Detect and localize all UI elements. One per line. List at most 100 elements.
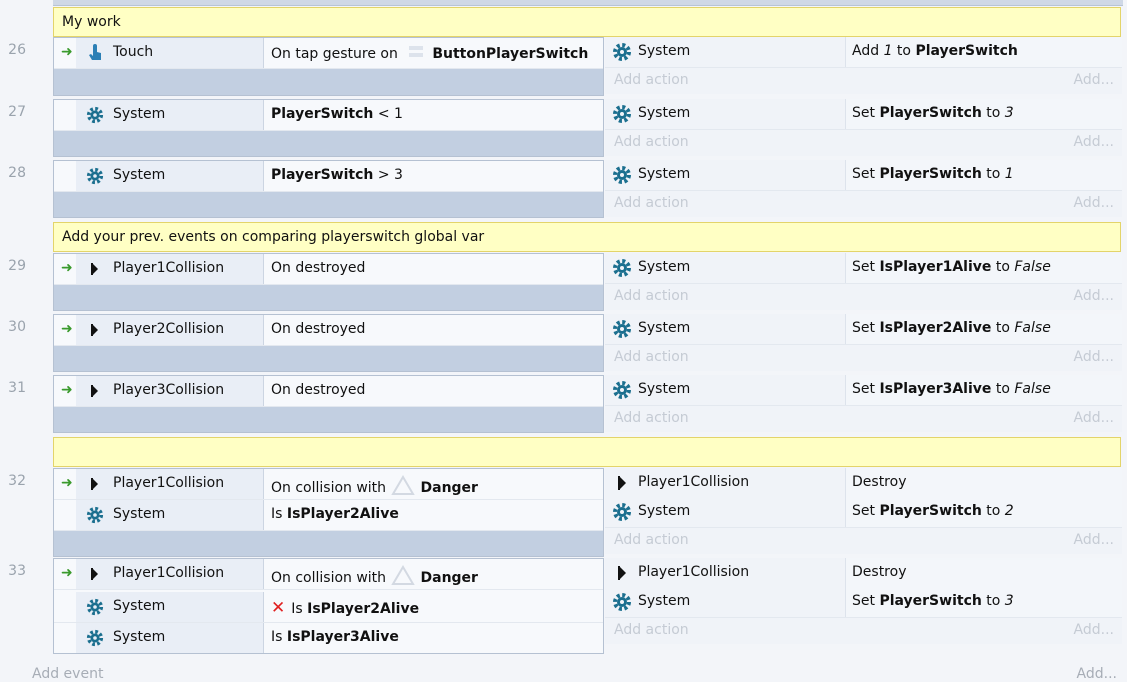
object-name: Player2Collision [113,321,225,337]
add-link[interactable]: Add... [1074,622,1114,638]
sprite-icon [91,385,98,397]
event-block[interactable]: System PlayerSwitch > 3 [53,160,604,218]
action-text: Set PlayerSwitch to 2 [852,503,1014,519]
condition-row[interactable]: System Is IsPlayer2Alive [54,500,603,531]
condition-row[interactable]: System PlayerSwitch > 3 [54,161,603,192]
trigger-arrow-icon: ➜ [61,44,73,60]
event-number: 27 [8,104,26,120]
condition-row[interactable]: ➜ Player1Collision On destroyed [54,254,603,285]
action-row[interactable]: System Set IsPlayer2Alive to False [605,314,1122,345]
condition-row[interactable]: System Is IsPlayer3Alive [54,623,603,653]
object-name: Player1Collision [638,564,750,580]
action-row[interactable]: System Add 1 to PlayerSwitch [605,37,1122,68]
object-name: Player1Collision [113,565,225,581]
condition-row[interactable]: System ✕ Is IsPlayer2Alive [54,592,603,623]
add-link-footer[interactable]: Add... [1077,666,1117,682]
add-link[interactable]: Add... [1074,195,1114,211]
condition-row[interactable]: ➜ Player2Collision On destroyed [54,315,603,346]
add-link[interactable]: Add... [1074,532,1114,548]
add-action-link[interactable]: Add action [614,195,689,211]
action-text: Set IsPlayer3Alive to False [852,381,1051,397]
action-row[interactable]: System Set PlayerSwitch to 2 [605,497,1122,528]
sprite-icon [91,478,98,490]
add-link[interactable]: Add... [1074,288,1114,304]
action-text: Destroy [852,474,907,490]
condition-text: Is IsPlayer3Alive [271,629,399,645]
gear-icon [86,629,104,647]
add-action-row[interactable]: Add action Add... [605,406,1122,432]
add-action-link[interactable]: Add action [614,622,689,638]
event-number: 33 [8,563,26,579]
add-link[interactable]: Add... [1074,134,1114,150]
add-action-row[interactable]: Add action Add... [605,618,1122,644]
condition-row[interactable]: System PlayerSwitch < 1 [54,100,603,131]
object-name: System [638,381,691,397]
event-block[interactable]: ➜ Player1Collision On collision with Dan… [53,558,604,654]
add-link[interactable]: Add... [1074,410,1114,426]
add-action-link[interactable]: Add action [614,134,689,150]
add-action-link[interactable]: Add action [614,532,689,548]
action-row[interactable]: System Set IsPlayer3Alive to False [605,375,1122,406]
object-name: Player1Collision [113,475,225,491]
action-row[interactable]: Player1Collision Destroy [605,558,1122,589]
event-block[interactable]: ➜ Touch On tap gesture on ButtonPlayerSw… [53,37,604,96]
add-link[interactable]: Add... [1074,349,1114,365]
trigger-arrow-icon: ➜ [61,382,73,398]
button-icon [409,46,424,57]
gear-icon [86,106,104,124]
add-action-row[interactable]: Add action Add... [605,130,1122,156]
condition-text: PlayerSwitch > 3 [271,167,403,183]
add-action-row[interactable]: Add action Add... [605,191,1122,217]
condition-row[interactable]: ➜ Player3Collision On destroyed [54,376,603,407]
gear-icon [613,381,631,399]
add-action-link[interactable]: Add action [614,349,689,365]
event-block[interactable]: System PlayerSwitch < 1 [53,99,604,157]
trigger-arrow-icon: ➜ [61,260,73,276]
comment-my-work[interactable]: My work [53,7,1121,37]
invert-x-icon: ✕ [271,598,286,618]
event-block[interactable]: ➜ Player3Collision On destroyed [53,375,604,433]
condition-row[interactable]: ➜ Player1Collision On collision with Dan… [54,469,603,500]
add-action-link[interactable]: Add action [614,72,689,88]
add-action-link[interactable]: Add action [614,288,689,304]
event-block[interactable]: ➜ Player1Collision On destroyed [53,253,604,311]
add-action-row[interactable]: Add action Add... [605,284,1122,310]
add-link[interactable]: Add... [1074,72,1114,88]
comment-empty[interactable] [53,437,1121,467]
action-row[interactable]: System Set PlayerSwitch to 3 [605,99,1122,130]
action-row[interactable]: Player1Collision Destroy [605,468,1122,499]
sprite-icon [91,568,98,580]
object-name: System [638,593,691,609]
gear-icon [613,503,631,521]
event-number: 30 [8,319,26,335]
object-name: System [113,106,166,122]
gear-icon [613,593,631,611]
condition-text: On collision with Danger [271,565,478,586]
comment-prev-events[interactable]: Add your prev. events on comparing playe… [53,222,1121,252]
action-row[interactable]: System Set PlayerSwitch to 3 [605,587,1122,618]
warning-icon [390,475,415,495]
action-row[interactable]: System Set PlayerSwitch to 1 [605,160,1122,191]
sprite-icon [91,263,98,275]
object-name: System [113,167,166,183]
warning-icon [390,565,415,585]
add-action-link[interactable]: Add action [614,410,689,426]
event-block[interactable]: ➜ Player2Collision On destroyed [53,314,604,372]
action-text: Set PlayerSwitch to 3 [852,105,1014,121]
gear-icon [613,43,631,61]
add-action-row[interactable]: Add action Add... [605,68,1122,94]
event-block[interactable]: ➜ Player1Collision On collision with Dan… [53,468,604,557]
add-action-row[interactable]: Add action Add... [605,345,1122,371]
add-event-link[interactable]: Add event [32,666,103,682]
object-name: Player1Collision [638,474,750,490]
object-name: Touch [113,44,154,60]
object-name: Player1Collision [113,260,225,276]
action-row[interactable]: System Set IsPlayer1Alive to False [605,253,1122,284]
object-name: System [638,166,691,182]
condition-text: PlayerSwitch < 1 [271,106,403,122]
event-number: 29 [8,258,26,274]
add-action-row[interactable]: Add action Add... [605,528,1122,554]
condition-row[interactable]: ➜ Touch On tap gesture on ButtonPlayerSw… [54,38,603,69]
event-number: 32 [8,473,26,489]
condition-row[interactable]: ➜ Player1Collision On collision with Dan… [54,559,603,590]
